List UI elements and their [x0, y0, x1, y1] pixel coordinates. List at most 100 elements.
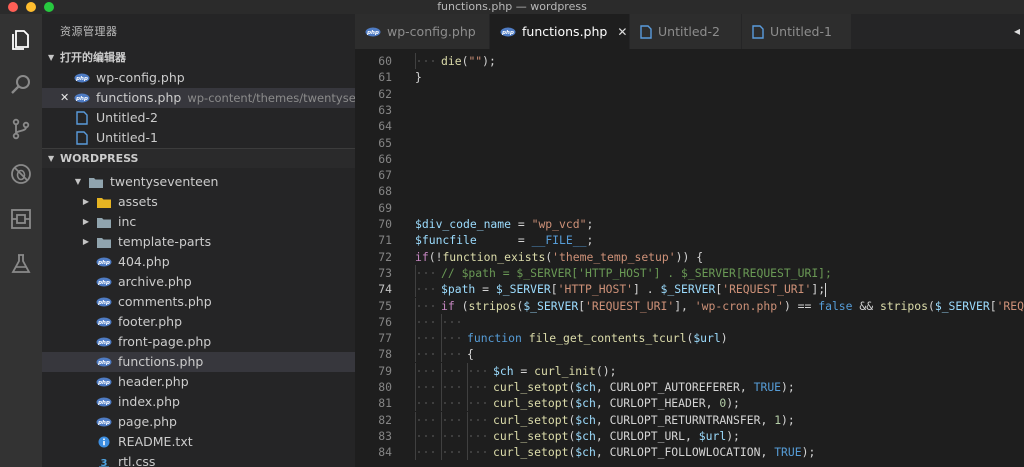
workspace-header[interactable]: ▼ WORDPRESS — [42, 148, 355, 168]
code-line[interactable]: 76 — [355, 313, 1024, 330]
code-line[interactable]: 61} — [355, 69, 1024, 85]
code-line[interactable]: 80 curl_setopt($ch, CURLOPT_AUTOREFERER, … — [355, 379, 1024, 395]
code-token: (! — [428, 249, 443, 264]
code-token: $div_code_name — [415, 217, 512, 231]
code-line[interactable]: 73 // $path = $_SERVER['HTTP_HOST'] . $_S… — [355, 264, 1024, 281]
code-line[interactable]: 65 — [355, 135, 1024, 151]
line-number: 79 — [378, 363, 392, 378]
whitespace-marker — [425, 386, 427, 388]
tree-item[interactable]: php footer.php — [42, 312, 355, 332]
code-editor[interactable]: 60 die(""); 61} 62 63 64 65 66 67 68 69 70 $div_code… — [355, 49, 1024, 467]
flask-icon[interactable] — [7, 250, 35, 278]
tab-untitled-2[interactable]: Untitled-2 — [630, 14, 742, 49]
open-editor-item[interactable]: Untitled-2 — [42, 108, 355, 128]
tree-item-label: functions.php — [118, 354, 204, 369]
code-line[interactable]: 75 if (stripos($_SERVER['REQUEST_URI'], '… — [355, 297, 1024, 314]
code-text: curl_setopt($ch, CURLOPT_URL, $url); — [493, 428, 740, 444]
activity-bar — [0, 14, 42, 467]
indent-guide — [441, 444, 442, 461]
code-line[interactable]: 60 die(""); — [355, 53, 1024, 69]
code-token: ) — [720, 331, 728, 346]
code-line[interactable]: 82 curl_setopt($ch, CURLOPT_RETURNTRANSFE… — [355, 411, 1024, 428]
line-number: 61 — [378, 70, 392, 85]
code-line[interactable]: 68 — [355, 183, 1024, 199]
code-line[interactable]: 66 — [355, 151, 1024, 167]
open-editor-item[interactable]: Untitled-1 — [42, 128, 355, 148]
code-line[interactable]: 79 $ch = curl_init(); — [355, 362, 1024, 379]
tree-item[interactable]: ▶ assets — [42, 192, 355, 212]
close-window-button[interactable] — [8, 2, 18, 12]
code-line[interactable]: 71 $funcfile = __FILE__; — [355, 232, 1024, 248]
tree-item[interactable]: php page.php — [42, 412, 355, 432]
file-icon — [74, 111, 90, 125]
whitespace-marker — [451, 434, 453, 437]
minimize-window-button[interactable] — [26, 2, 36, 12]
open-editor-item[interactable]: php wp-config.php — [42, 68, 355, 88]
tree-item[interactable]: php header.php — [42, 372, 355, 392]
open-editors-header[interactable]: ▼ 打开的编辑器 — [42, 48, 355, 68]
code-line[interactable]: 62 — [355, 86, 1024, 102]
tree-item[interactable]: php comments.php — [42, 292, 355, 312]
tree-item[interactable]: README.txt — [42, 432, 355, 452]
tree-item[interactable]: php archive.php — [42, 272, 355, 292]
code-line[interactable]: 72 if(!function_exists('theme_temp_setup'… — [355, 249, 1024, 265]
svg-text:php: php — [75, 76, 88, 82]
indent-guide — [415, 297, 416, 314]
tree-item[interactable]: php index.php — [42, 392, 355, 412]
whitespace-marker — [458, 434, 460, 437]
tree-item[interactable]: 3 rtl.css — [42, 452, 355, 467]
php-file-icon: php — [96, 355, 112, 369]
tree-item[interactable]: php front-page.php — [42, 332, 355, 352]
code-line[interactable]: 81 curl_setopt($ch, CURLOPT_HEADER, 0); — [355, 395, 1024, 412]
php-file-icon: php — [74, 91, 90, 105]
indent-guide — [467, 379, 468, 395]
code-line[interactable]: 70 $div_code_name = "wp_vcd"; — [355, 216, 1024, 232]
tab-untitled-1[interactable]: Untitled-1 — [742, 14, 852, 49]
tree-folder-root[interactable]: ▼ twentyseventeen — [42, 172, 355, 192]
whitespace-marker — [418, 60, 420, 62]
code-token: curl_setopt — [493, 445, 569, 460]
code-line[interactable]: 69 — [355, 200, 1024, 216]
tree-item[interactable]: php 404.php — [42, 252, 355, 272]
code-token: $ch — [493, 363, 514, 378]
whitespace-marker — [418, 386, 420, 388]
code-token: ; — [586, 233, 594, 248]
tab-wp-config-php[interactable]: php wp-config.php — [355, 14, 490, 49]
explorer-icon[interactable] — [7, 26, 35, 54]
source-control-icon[interactable] — [7, 115, 35, 143]
code-line[interactable]: 84 curl_setopt($ch, CURLOPT_FOLLOWLOCATIO… — [355, 444, 1024, 461]
chevron-down-icon: ▼ — [48, 153, 55, 163]
code-line[interactable]: 83 curl_setopt($ch, CURLOPT_URL, $url); — [355, 427, 1024, 444]
file-icon — [640, 24, 652, 39]
extensions-icon[interactable] — [7, 205, 35, 233]
code-line[interactable]: 77 function file_get_contents_tcurl($url) — [355, 330, 1024, 347]
close-icon[interactable]: ✕ — [60, 88, 69, 108]
debug-icon[interactable] — [7, 160, 35, 188]
code-token: $url — [698, 428, 727, 443]
tree-item[interactable]: ▶ inc — [42, 212, 355, 232]
code-line[interactable]: 67 — [355, 167, 1024, 183]
tree-item[interactable]: ▶ template-parts — [42, 232, 355, 252]
open-editor-label: wp-config.php — [96, 70, 185, 85]
open-editor-item[interactable]: ✕ php functions.php wp-content/themes/twent… — [42, 88, 355, 108]
code-line[interactable]: 78 { — [355, 346, 1024, 363]
indent-guide — [415, 264, 416, 281]
whitespace-marker — [477, 418, 479, 421]
code-line[interactable]: 64 — [355, 118, 1024, 134]
zoom-window-button[interactable] — [44, 2, 54, 12]
code-token: $ch — [575, 412, 596, 427]
search-icon[interactable] — [7, 71, 35, 99]
split-editor-icon[interactable]: ◂ — [1014, 14, 1024, 49]
close-icon[interactable]: ✕ — [617, 25, 627, 39]
whitespace-marker — [458, 402, 460, 405]
folder-icon — [96, 235, 112, 249]
indent-guide — [467, 444, 468, 461]
code-text: } — [415, 69, 422, 85]
whitespace-marker — [418, 353, 420, 356]
tree-item[interactable]: php functions.php — [42, 352, 355, 372]
code-token: 'theme_temp_setup' — [552, 249, 676, 264]
code-token: ( — [927, 298, 935, 313]
tab-functions-php[interactable]: php functions.php ✕ — [490, 14, 630, 49]
code-line[interactable]: 63 — [355, 102, 1024, 118]
code-line[interactable]: 74 $path = $_SERVER['HTTP_HOST'] . $_SERV… — [355, 281, 1024, 298]
